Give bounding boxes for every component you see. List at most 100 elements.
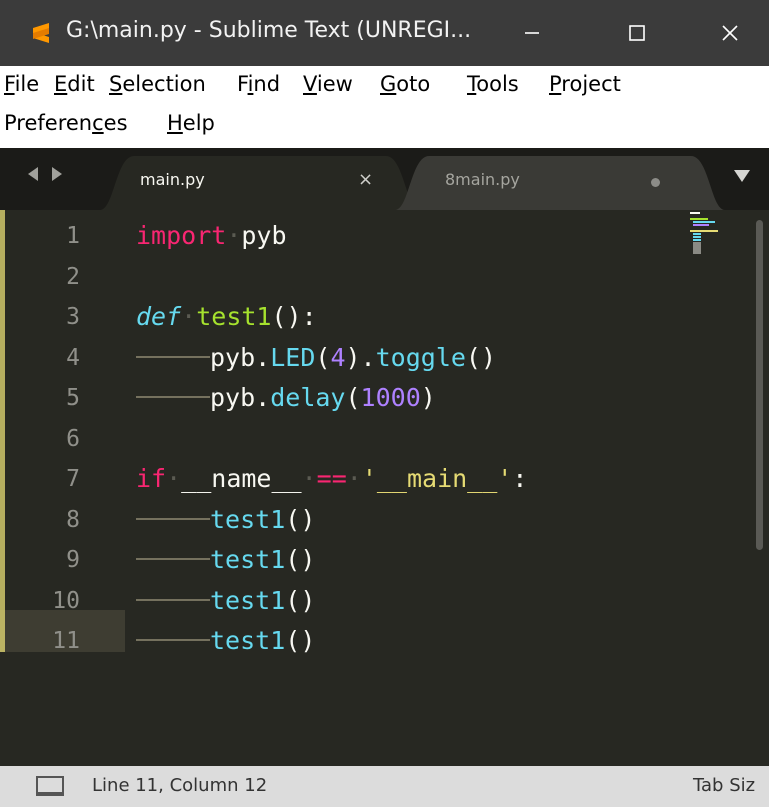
code-line[interactable]: 8 test1() <box>0 500 740 540</box>
menu-project[interactable]: Project <box>549 72 621 96</box>
line-number: 3 <box>66 304 80 330</box>
code-token: import <box>136 221 227 250</box>
tab-main-py[interactable]: main.py × <box>100 156 420 210</box>
code-line[interactable]: 1 import·pyb <box>0 216 740 256</box>
close-icon <box>722 25 738 41</box>
menu-goto[interactable]: Goto <box>380 72 430 96</box>
tab-label: main.py <box>140 170 205 189</box>
indent-guide <box>136 639 210 641</box>
line-number: 11 <box>52 628 80 654</box>
unsaved-dot-icon[interactable] <box>651 178 660 187</box>
code-line[interactable]: 10 test1() <box>0 581 740 621</box>
code-token: pyb <box>241 221 287 250</box>
tab-size-indicator[interactable]: Tab Siz <box>693 775 755 796</box>
code-token: ( <box>345 383 361 412</box>
menu-file[interactable]: File <box>4 72 39 96</box>
minimize-button[interactable] <box>497 0 567 66</box>
code-text: pyb.LED(4).toggle() <box>136 338 496 378</box>
code-token: () <box>285 585 316 615</box>
code-text: test1() <box>136 581 315 621</box>
menu-help[interactable]: Help <box>167 111 215 135</box>
code-text: def·test1(): <box>136 297 317 337</box>
code-token: def <box>136 302 182 331</box>
code-text: test1() <box>136 540 315 580</box>
code-editor[interactable]: 1 import·pyb 2 3 def·test1(): 4 pyb.LED(4).tog… <box>0 210 769 766</box>
cursor-position: Line 11, Column 12 <box>92 775 268 796</box>
minimize-icon <box>525 32 539 34</box>
code-token: __name__ <box>181 464 302 493</box>
code-token: pyb. <box>210 342 271 372</box>
menu-view[interactable]: View <box>303 72 353 96</box>
code-line[interactable]: 9 test1() <box>0 540 740 580</box>
code-token: (): <box>271 302 317 331</box>
code-line[interactable]: 2 <box>0 257 740 297</box>
indent-guide <box>136 558 210 560</box>
menu-edit[interactable]: Edit <box>54 72 95 96</box>
code-token: pyb. <box>210 383 271 412</box>
panel-toggle-icon[interactable] <box>36 776 64 796</box>
code-text: test1() <box>136 500 315 540</box>
code-token: test1 <box>210 626 286 655</box>
code-token: test1 <box>210 585 286 615</box>
line-number: 2 <box>66 263 80 290</box>
minimap[interactable] <box>690 212 730 262</box>
close-button[interactable] <box>695 0 765 66</box>
code-token: · <box>226 221 242 250</box>
code-line[interactable]: 5 pyb.delay(1000) <box>0 378 740 418</box>
code-token: 1000 <box>360 383 421 412</box>
tab-navigation-arrows[interactable] <box>24 164 84 194</box>
code-token: · <box>301 464 317 493</box>
indent-guide <box>136 517 210 520</box>
close-tab-icon[interactable]: × <box>358 169 373 190</box>
vertical-scrollbar[interactable] <box>756 220 763 550</box>
line-number: 8 <box>66 506 80 533</box>
code-text: pyb.delay(1000) <box>136 378 436 418</box>
tab-8main-py[interactable]: 8main.py <box>395 156 725 210</box>
code-text: if·__name__·==·'__main__': <box>136 459 527 499</box>
code-token: ). <box>345 342 376 372</box>
code-token: () <box>465 342 497 372</box>
code-token: LED <box>270 342 316 372</box>
code-text: import·pyb <box>136 216 287 256</box>
line-number: 6 <box>66 425 80 452</box>
code-token: == <box>316 464 347 493</box>
code-token: · <box>346 464 362 493</box>
title-bar: G:\main.py - Sublime Text (UNREGI... <box>0 0 769 66</box>
tab-bar: main.py × 8main.py <box>0 148 769 210</box>
code-token: · <box>166 464 182 493</box>
maximize-button[interactable] <box>602 0 672 66</box>
code-token: · <box>181 302 197 331</box>
code-token: () <box>285 626 316 655</box>
tab-label: 8main.py <box>445 170 520 189</box>
indent-guide <box>136 598 210 601</box>
sublime-text-icon <box>33 23 49 43</box>
code-token: delay <box>270 383 346 412</box>
code-line[interactable]: 11 test1() <box>0 621 740 661</box>
code-token: if <box>136 464 167 493</box>
code-token: ( <box>315 342 331 372</box>
line-number: 7 <box>66 466 80 492</box>
code-token: '__main__' <box>361 464 513 493</box>
maximize-icon <box>629 25 645 41</box>
line-number: 9 <box>66 547 80 573</box>
code-token: () <box>285 504 316 534</box>
code-line[interactable]: 6 <box>0 419 740 459</box>
code-token: : <box>512 464 528 493</box>
line-number: 1 <box>66 223 80 249</box>
code-token: test1 <box>196 302 272 331</box>
indent-guide <box>136 396 210 398</box>
menu-tools[interactable]: Tools <box>467 72 519 96</box>
tab-dropdown-icon[interactable] <box>734 170 750 182</box>
code-token: () <box>285 545 316 574</box>
menu-selection[interactable]: Selection <box>109 72 206 96</box>
code-line[interactable]: 3 def·test1(): <box>0 297 740 337</box>
menu-find[interactable]: Find <box>237 72 280 96</box>
indent-guide <box>136 355 210 358</box>
code-token: ) <box>420 383 436 412</box>
line-number: 4 <box>66 344 80 371</box>
code-token: test1 <box>210 545 286 574</box>
menu-preferences[interactable]: Preferences <box>4 111 128 135</box>
line-number: 5 <box>66 385 80 411</box>
code-line[interactable]: 4 pyb.LED(4).toggle() <box>0 338 740 378</box>
code-line[interactable]: 7 if·__name__·==·'__main__': <box>0 459 740 499</box>
